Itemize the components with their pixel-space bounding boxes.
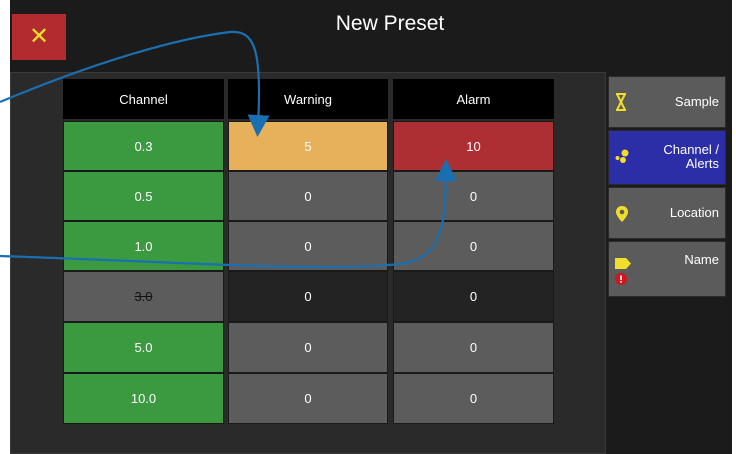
tag-icon — [615, 257, 631, 272]
warning-cell[interactable]: 0 — [228, 171, 388, 221]
warning-cell[interactable]: 0 — [228, 271, 388, 322]
hourglass-icon — [615, 93, 627, 114]
header-warning: Warning — [228, 79, 388, 119]
warning-cell[interactable]: 0 — [228, 373, 388, 424]
alarm-cell[interactable]: 0 — [393, 373, 554, 424]
sidebar-item-location[interactable]: Location — [608, 187, 726, 239]
warning-cell[interactable]: 0 — [228, 221, 388, 271]
error-icon — [615, 273, 627, 288]
sidebar-item-label: Sample — [674, 94, 719, 109]
sidebar-item-label: Location — [669, 205, 719, 220]
header-channel: Channel — [63, 79, 224, 119]
alarm-cell[interactable]: 0 — [393, 171, 554, 221]
close-icon: ✕ — [28, 23, 50, 50]
alarm-cell[interactable]: 0 — [393, 322, 554, 373]
sidebar-item-label: Name — [684, 252, 719, 267]
location-pin-icon — [615, 205, 629, 226]
header-alarm: Alarm — [393, 79, 554, 119]
close-button[interactable]: ✕ — [12, 14, 66, 60]
channel-cell-disabled[interactable]: 3.0 — [63, 271, 224, 322]
channel-cell[interactable]: 10.0 — [63, 373, 224, 424]
channel-value: 3.0 — [134, 289, 153, 304]
warning-cell[interactable]: 5 — [228, 121, 388, 171]
alarm-cell[interactable]: 0 — [393, 221, 554, 271]
warning-cell[interactable]: 0 — [228, 322, 388, 373]
channel-cell[interactable]: 1.0 — [63, 221, 224, 271]
sidebar-item-name[interactable]: Name — [608, 241, 726, 297]
channel-cell[interactable]: 0.5 — [63, 171, 224, 221]
sidebar-item-sample[interactable]: Sample — [608, 76, 726, 128]
sidebar-item-label: Channel / Alerts — [663, 142, 719, 171]
sidebar-item-channel-alerts[interactable]: Channel / Alerts — [608, 130, 726, 185]
alarm-cell[interactable]: 0 — [393, 271, 554, 322]
alarm-cell[interactable]: 10 — [393, 121, 554, 171]
dots-icon — [615, 148, 631, 167]
page-title: New Preset — [335, 12, 445, 35]
channel-cell[interactable]: 5.0 — [63, 322, 224, 373]
channel-cell[interactable]: 0.3 — [63, 121, 224, 171]
